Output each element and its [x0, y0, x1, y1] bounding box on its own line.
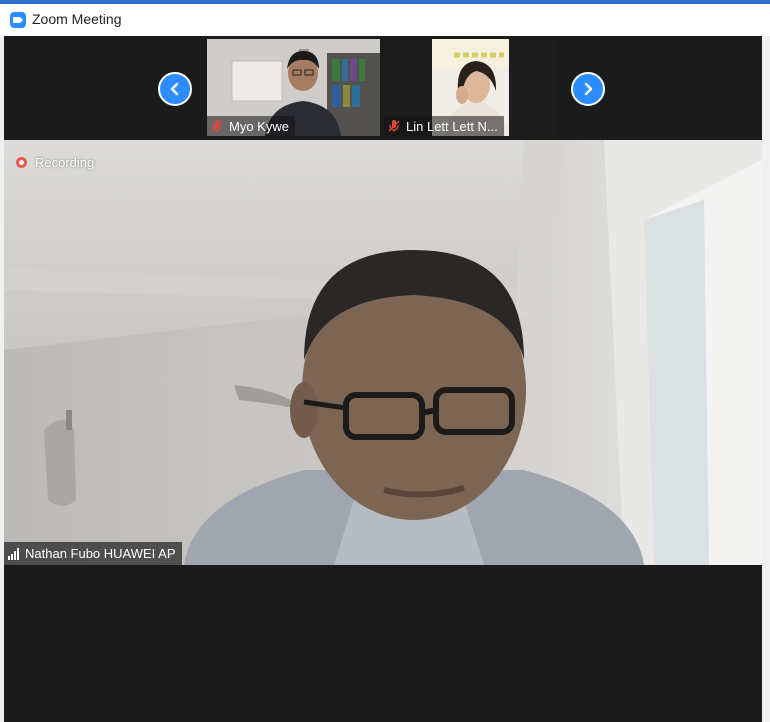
empty-meeting-area: [4, 565, 762, 722]
window-title: Zoom Meeting: [32, 11, 122, 27]
muted-mic-icon: [211, 120, 223, 132]
active-speaker-video[interactable]: Recording Nathan Fubo HUAWEI AP: [4, 140, 762, 565]
signal-bars-icon: [8, 547, 19, 560]
muted-mic-icon: [388, 120, 400, 132]
speaker-name: Nathan Fubo HUAWEI AP: [25, 546, 176, 561]
chevron-left-icon: [170, 82, 179, 96]
recording-icon: [16, 157, 27, 168]
gallery-prev-button[interactable]: [158, 72, 192, 106]
recording-indicator: Recording: [16, 155, 94, 170]
participant-name: Myo Kywe: [229, 118, 289, 134]
participant-label: Lin Lett Lett N...: [384, 116, 504, 136]
window-frame-right: [762, 36, 770, 722]
window-titlebar[interactable]: Zoom Meeting: [0, 4, 770, 36]
zoom-camera-icon: [10, 12, 26, 28]
chevron-right-icon: [584, 82, 593, 96]
gallery-next-button[interactable]: [571, 72, 605, 106]
speaker-label: Nathan Fubo HUAWEI AP: [4, 542, 182, 565]
participant-label: Myo Kywe: [207, 116, 295, 136]
speaker-video-frame: [4, 140, 762, 565]
recording-label: Recording: [35, 155, 95, 170]
participant-tile[interactable]: Lin Lett Lett N...: [384, 39, 557, 136]
meeting-area: Myo Kywe Lin Lett Lett N... Recording Na…: [4, 36, 762, 722]
participant-name: Lin Lett Lett N...: [406, 118, 498, 134]
participant-tile[interactable]: Myo Kywe: [207, 39, 380, 136]
gallery-strip: Myo Kywe Lin Lett Lett N...: [4, 36, 762, 140]
